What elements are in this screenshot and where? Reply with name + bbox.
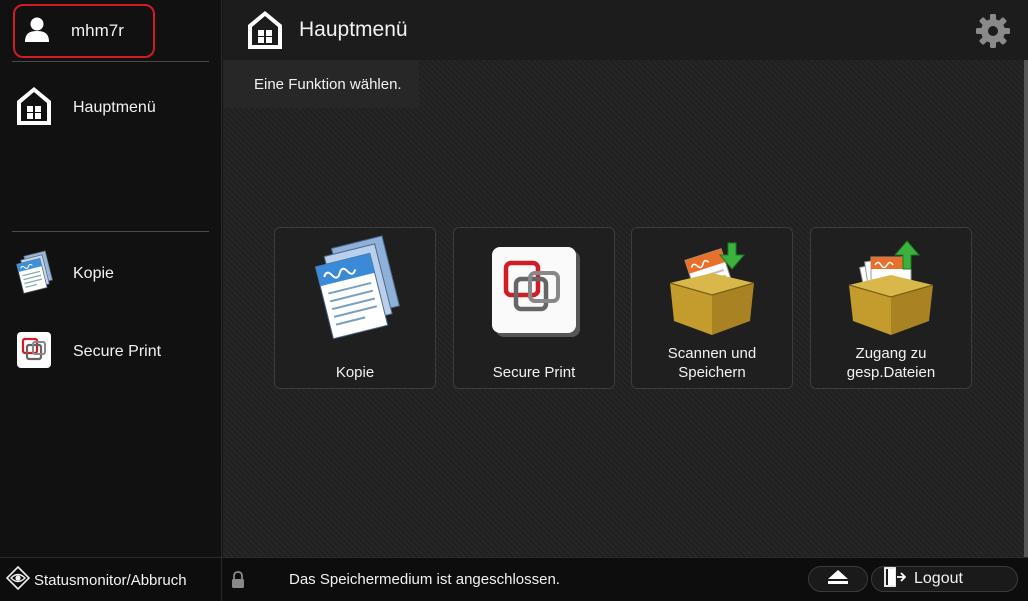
logout-button[interactable]: Logout bbox=[871, 566, 1018, 592]
sidebar-item-secure-print[interactable]: Secure Print bbox=[14, 328, 161, 377]
tile-access-stored-files[interactable]: Zugang zu gesp.Dateien bbox=[810, 227, 972, 389]
secure-print-icon bbox=[484, 239, 584, 344]
user-name: mhm7r bbox=[71, 21, 124, 40]
main-menu-area: Eine Funktion wählen. Kopie Secure Print… bbox=[223, 60, 1024, 557]
page-title: Hauptmenü bbox=[299, 18, 408, 41]
sidebar-item-copy[interactable]: Kopie bbox=[14, 249, 114, 299]
user-account-button[interactable]: mhm7r bbox=[13, 4, 155, 58]
home-icon bbox=[14, 84, 54, 133]
sidebar-divider bbox=[12, 231, 209, 232]
instruction-text: Eine Funktion wählen. bbox=[223, 60, 419, 108]
sidebar-item-label: Secure Print bbox=[73, 343, 162, 360]
home-icon bbox=[245, 8, 285, 57]
access-stored-files-icon bbox=[841, 239, 941, 344]
sidebar-item-label: Hauptmenü bbox=[73, 99, 156, 116]
gear-icon[interactable] bbox=[974, 12, 1012, 55]
user-icon bbox=[23, 15, 51, 48]
logout-icon bbox=[884, 566, 907, 592]
tile-copy[interactable]: Kopie bbox=[274, 227, 436, 389]
sidebar-item-label: Kopie bbox=[73, 265, 114, 282]
sidebar-divider bbox=[12, 61, 209, 62]
status-monitor-label: Statusmonitor/Abbruch bbox=[34, 571, 187, 589]
tile-label: Kopie bbox=[335, 364, 375, 381]
status-message: Das Speichermedium ist angeschlossen. bbox=[289, 571, 560, 588]
logout-label: Logout bbox=[914, 570, 963, 587]
status-bar: Statusmonitor/Abbruch Das Speichermedium… bbox=[0, 557, 1028, 601]
scan-and-store-icon bbox=[662, 239, 762, 344]
header-bar: Hauptmenü bbox=[223, 0, 1028, 60]
eject-button[interactable] bbox=[808, 566, 868, 592]
scrollbar[interactable] bbox=[1024, 60, 1028, 557]
status-monitor-button[interactable]: Statusmonitor/Abbruch bbox=[0, 558, 222, 601]
tile-label: Zugang zu gesp.Dateien bbox=[846, 345, 936, 381]
eject-icon bbox=[827, 569, 849, 590]
sidebar: mhm7r Hauptmenü Kopie Secure Print bbox=[0, 0, 222, 557]
tile-secure-print[interactable]: Secure Print bbox=[453, 227, 615, 389]
sidebar-item-home[interactable]: Hauptmenü bbox=[14, 84, 156, 133]
tile-scan-and-store[interactable]: Scannen und Speichern bbox=[631, 227, 793, 389]
tile-label: Scannen und Speichern bbox=[667, 345, 757, 381]
eye-icon bbox=[5, 565, 31, 595]
copy-icon bbox=[300, 234, 410, 349]
copy-icon bbox=[14, 249, 56, 299]
tile-label: Secure Print bbox=[492, 364, 576, 381]
lock-icon bbox=[231, 571, 245, 594]
secure-print-icon bbox=[14, 328, 54, 377]
